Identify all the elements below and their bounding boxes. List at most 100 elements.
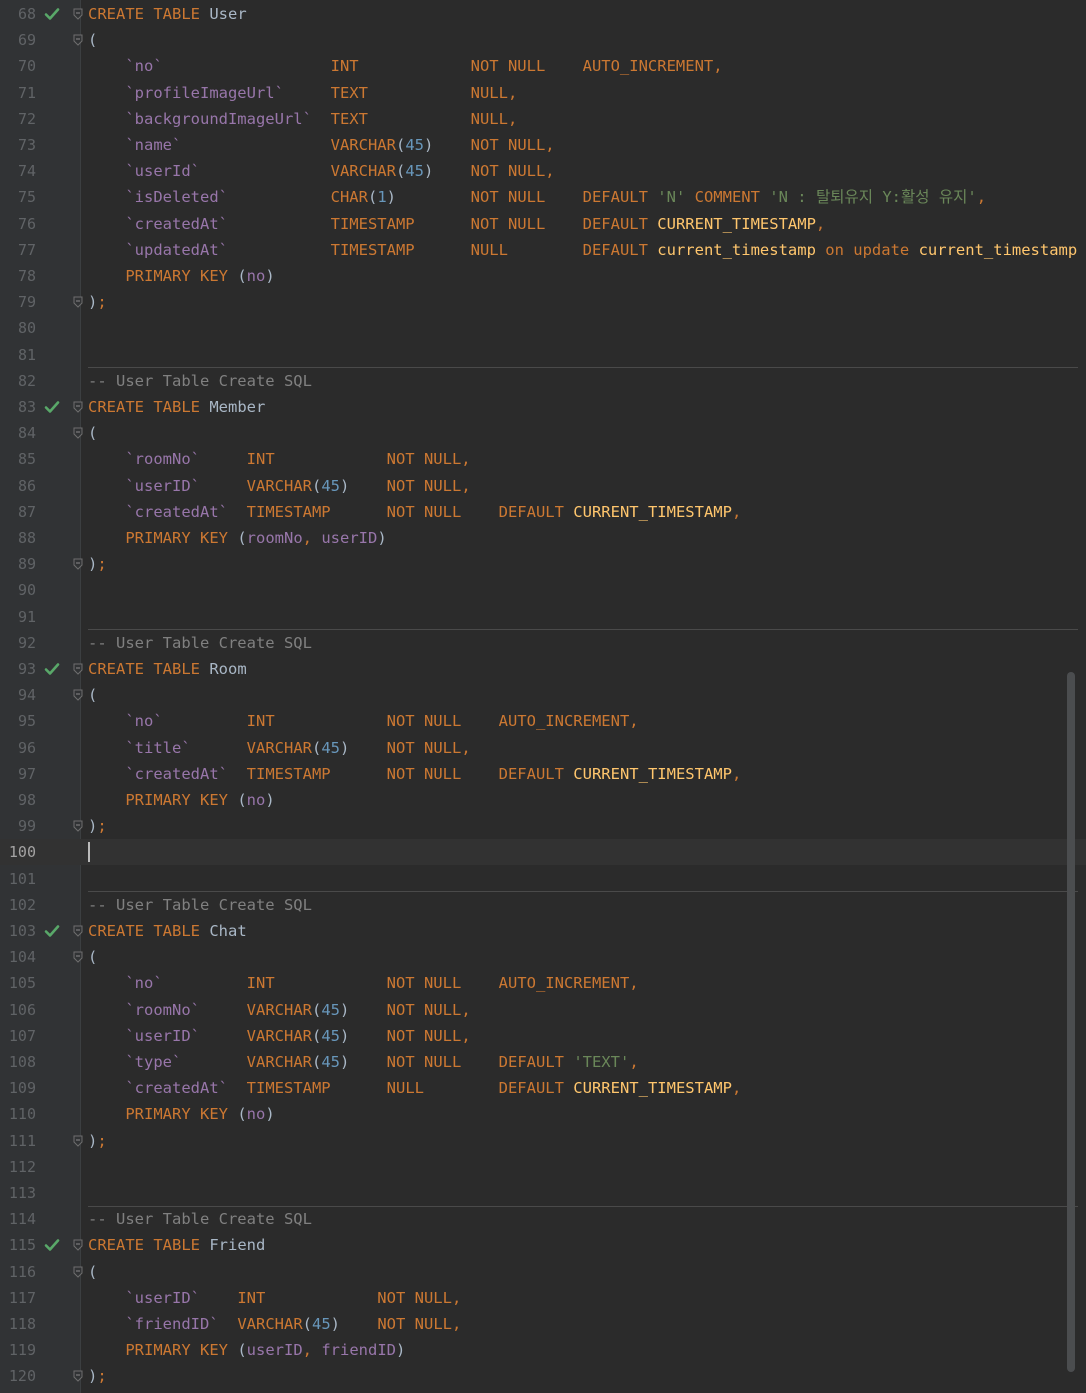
code-text[interactable]: `userID` INT NOT NULL, (88, 1285, 1078, 1311)
fold-marker-icon[interactable] (73, 1370, 83, 1383)
code-line[interactable]: 117 `userID` INT NOT NULL, (0, 1285, 1086, 1311)
code-text[interactable]: CREATE TABLE Member (88, 394, 1078, 420)
code-line[interactable]: 97 `createdAt` TIMESTAMP NOT NULL DEFAUL… (0, 761, 1086, 787)
code-editor[interactable]: 68 CREATE TABLE User 69 (70 `no` INT NOT NU… (0, 0, 1086, 1393)
code-text[interactable]: ( (88, 420, 1078, 446)
code-line[interactable]: 87 `createdAt` TIMESTAMP NOT NULL DEFAUL… (0, 499, 1086, 525)
code-text[interactable]: CREATE TABLE Friend (88, 1232, 1078, 1258)
code-text[interactable]: PRIMARY KEY (userID, friendID) (88, 1337, 1078, 1363)
code-line[interactable]: 68 CREATE TABLE User (0, 1, 1086, 27)
fold-marker-icon[interactable] (73, 663, 83, 675)
fold-marker-icon[interactable] (73, 820, 83, 832)
fold-marker-icon[interactable] (73, 951, 83, 963)
code-line[interactable]: 95 `no` INT NOT NULL AUTO_INCREMENT, (0, 708, 1086, 734)
code-text[interactable]: ); (88, 289, 1078, 315)
code-line[interactable]: 102 -- User Table Create SQL (0, 892, 1086, 918)
code-line[interactable]: 84 ( (0, 420, 1086, 446)
code-line[interactable]: 74 `userId` VARCHAR(45) NOT NULL, (0, 158, 1086, 184)
code-line[interactable]: 99); (0, 813, 1086, 839)
code-line[interactable]: 105 `no` INT NOT NULL AUTO_INCREMENT, (0, 970, 1086, 996)
code-text[interactable]: `createdAt` TIMESTAMP NOT NULL DEFAULT C… (88, 761, 1078, 787)
code-line[interactable]: 80 (0, 315, 1086, 341)
code-line[interactable]: 96 `title` VARCHAR(45) NOT NULL, (0, 735, 1086, 761)
code-text[interactable]: `friendID` VARCHAR(45) NOT NULL, (88, 1311, 1078, 1337)
code-line[interactable]: 104 ( (0, 944, 1086, 970)
code-line[interactable]: 113 (0, 1180, 1086, 1206)
code-text[interactable]: `no` INT NOT NULL AUTO_INCREMENT, (88, 708, 1078, 734)
code-text[interactable]: -- User Table Create SQL (88, 368, 1078, 394)
code-text[interactable]: `createdAt` TIMESTAMP NOT NULL DEFAULT C… (88, 499, 1078, 525)
code-text[interactable]: PRIMARY KEY (no) (88, 787, 1078, 813)
fold-marker-icon[interactable] (73, 34, 83, 46)
code-text[interactable]: `no` INT NOT NULL AUTO_INCREMENT, (88, 970, 1078, 996)
code-text[interactable]: `updatedAt` TIMESTAMP NULL DEFAULT curre… (88, 237, 1078, 263)
code-line[interactable]: 89); (0, 551, 1086, 577)
code-text[interactable]: `no` INT NOT NULL AUTO_INCREMENT, (88, 53, 1078, 79)
code-text[interactable] (88, 839, 1078, 865)
code-line[interactable]: 112 (0, 1154, 1086, 1180)
code-line[interactable]: 98 PRIMARY KEY (no) (0, 787, 1086, 813)
code-line[interactable]: 77 `updatedAt` TIMESTAMP NULL DEFAULT cu… (0, 237, 1086, 263)
code-line[interactable]: 115 CREATE TABLE Friend (0, 1232, 1086, 1258)
code-text[interactable]: ( (88, 944, 1078, 970)
code-line[interactable]: 93 CREATE TABLE Room (0, 656, 1086, 682)
code-text[interactable]: ( (88, 1259, 1078, 1285)
code-line[interactable]: 72 `backgroundImageUrl` TEXT NULL, (0, 106, 1086, 132)
code-line[interactable]: 79); (0, 289, 1086, 315)
code-text[interactable]: ( (88, 682, 1078, 708)
code-line[interactable]: 86 `userID` VARCHAR(45) NOT NULL, (0, 473, 1086, 499)
fold-marker-icon[interactable] (73, 427, 83, 439)
fold-marker-icon[interactable] (73, 296, 83, 308)
code-text[interactable]: `isDeleted` CHAR(1) NOT NULL DEFAULT 'N'… (88, 184, 1078, 210)
code-line[interactable]: 107 `userID` VARCHAR(45) NOT NULL, (0, 1023, 1086, 1049)
code-line[interactable]: 90 (0, 577, 1086, 603)
code-text[interactable]: PRIMARY KEY (no) (88, 1101, 1078, 1127)
fold-marker-icon[interactable] (73, 925, 83, 937)
code-text[interactable]: CREATE TABLE Room (88, 656, 1078, 682)
code-line[interactable]: 114 -- User Table Create SQL (0, 1206, 1086, 1232)
code-text[interactable]: `roomNo` VARCHAR(45) NOT NULL, (88, 997, 1078, 1023)
code-text[interactable] (88, 315, 1078, 341)
code-text[interactable]: `userID` VARCHAR(45) NOT NULL, (88, 473, 1078, 499)
code-text[interactable]: `userId` VARCHAR(45) NOT NULL, (88, 158, 1078, 184)
code-text[interactable]: ); (88, 1128, 1078, 1154)
code-line[interactable]: 106 `roomNo` VARCHAR(45) NOT NULL, (0, 997, 1086, 1023)
code-text[interactable]: `profileImageUrl` TEXT NULL, (88, 80, 1078, 106)
code-text[interactable] (88, 1180, 1078, 1206)
fold-marker-icon[interactable] (73, 8, 83, 20)
code-line[interactable]: 100 (0, 839, 1086, 866)
code-line[interactable]: 91 (0, 604, 1086, 630)
code-line[interactable]: 78 PRIMARY KEY (no) (0, 263, 1086, 289)
code-text[interactable]: `title` VARCHAR(45) NOT NULL, (88, 735, 1078, 761)
code-line[interactable]: 101 (0, 866, 1086, 892)
code-text[interactable]: `name` VARCHAR(45) NOT NULL, (88, 132, 1078, 158)
code-text[interactable] (88, 866, 1078, 892)
code-line[interactable]: 82 -- User Table Create SQL (0, 368, 1086, 394)
code-line[interactable]: 83 CREATE TABLE Member (0, 394, 1086, 420)
code-text[interactable]: `roomNo` INT NOT NULL, (88, 446, 1078, 472)
code-text[interactable]: PRIMARY KEY (no) (88, 263, 1078, 289)
code-line[interactable]: 94 ( (0, 682, 1086, 708)
code-line[interactable]: 71 `profileImageUrl` TEXT NULL, (0, 80, 1086, 106)
code-line[interactable]: 103 CREATE TABLE Chat (0, 918, 1086, 944)
code-text[interactable]: PRIMARY KEY (roomNo, userID) (88, 525, 1078, 551)
code-line[interactable]: 110 PRIMARY KEY (no) (0, 1101, 1086, 1127)
code-text[interactable]: `backgroundImageUrl` TEXT NULL, (88, 106, 1078, 132)
fold-marker-icon[interactable] (73, 1266, 83, 1278)
code-line[interactable]: 92 -- User Table Create SQL (0, 630, 1086, 656)
code-text[interactable] (88, 1154, 1078, 1180)
fold-marker-icon[interactable] (73, 558, 83, 570)
code-line[interactable]: 76 `createdAt` TIMESTAMP NOT NULL DEFAUL… (0, 211, 1086, 237)
code-text[interactable]: -- User Table Create SQL (88, 892, 1078, 918)
code-text[interactable]: CREATE TABLE Chat (88, 918, 1078, 944)
code-line[interactable]: 108 `type` VARCHAR(45) NOT NULL DEFAULT … (0, 1049, 1086, 1075)
code-text[interactable]: ( (88, 27, 1078, 53)
fold-marker-icon[interactable] (73, 689, 83, 701)
code-text[interactable]: ); (88, 551, 1078, 577)
code-text[interactable]: `type` VARCHAR(45) NOT NULL DEFAULT 'TEX… (88, 1049, 1078, 1075)
code-text[interactable]: ); (88, 1363, 1078, 1389)
code-line[interactable]: 75 `isDeleted` CHAR(1) NOT NULL DEFAULT … (0, 184, 1086, 210)
code-text[interactable] (88, 604, 1078, 630)
code-line[interactable]: 81 (0, 342, 1086, 368)
code-line[interactable]: 116 ( (0, 1259, 1086, 1285)
